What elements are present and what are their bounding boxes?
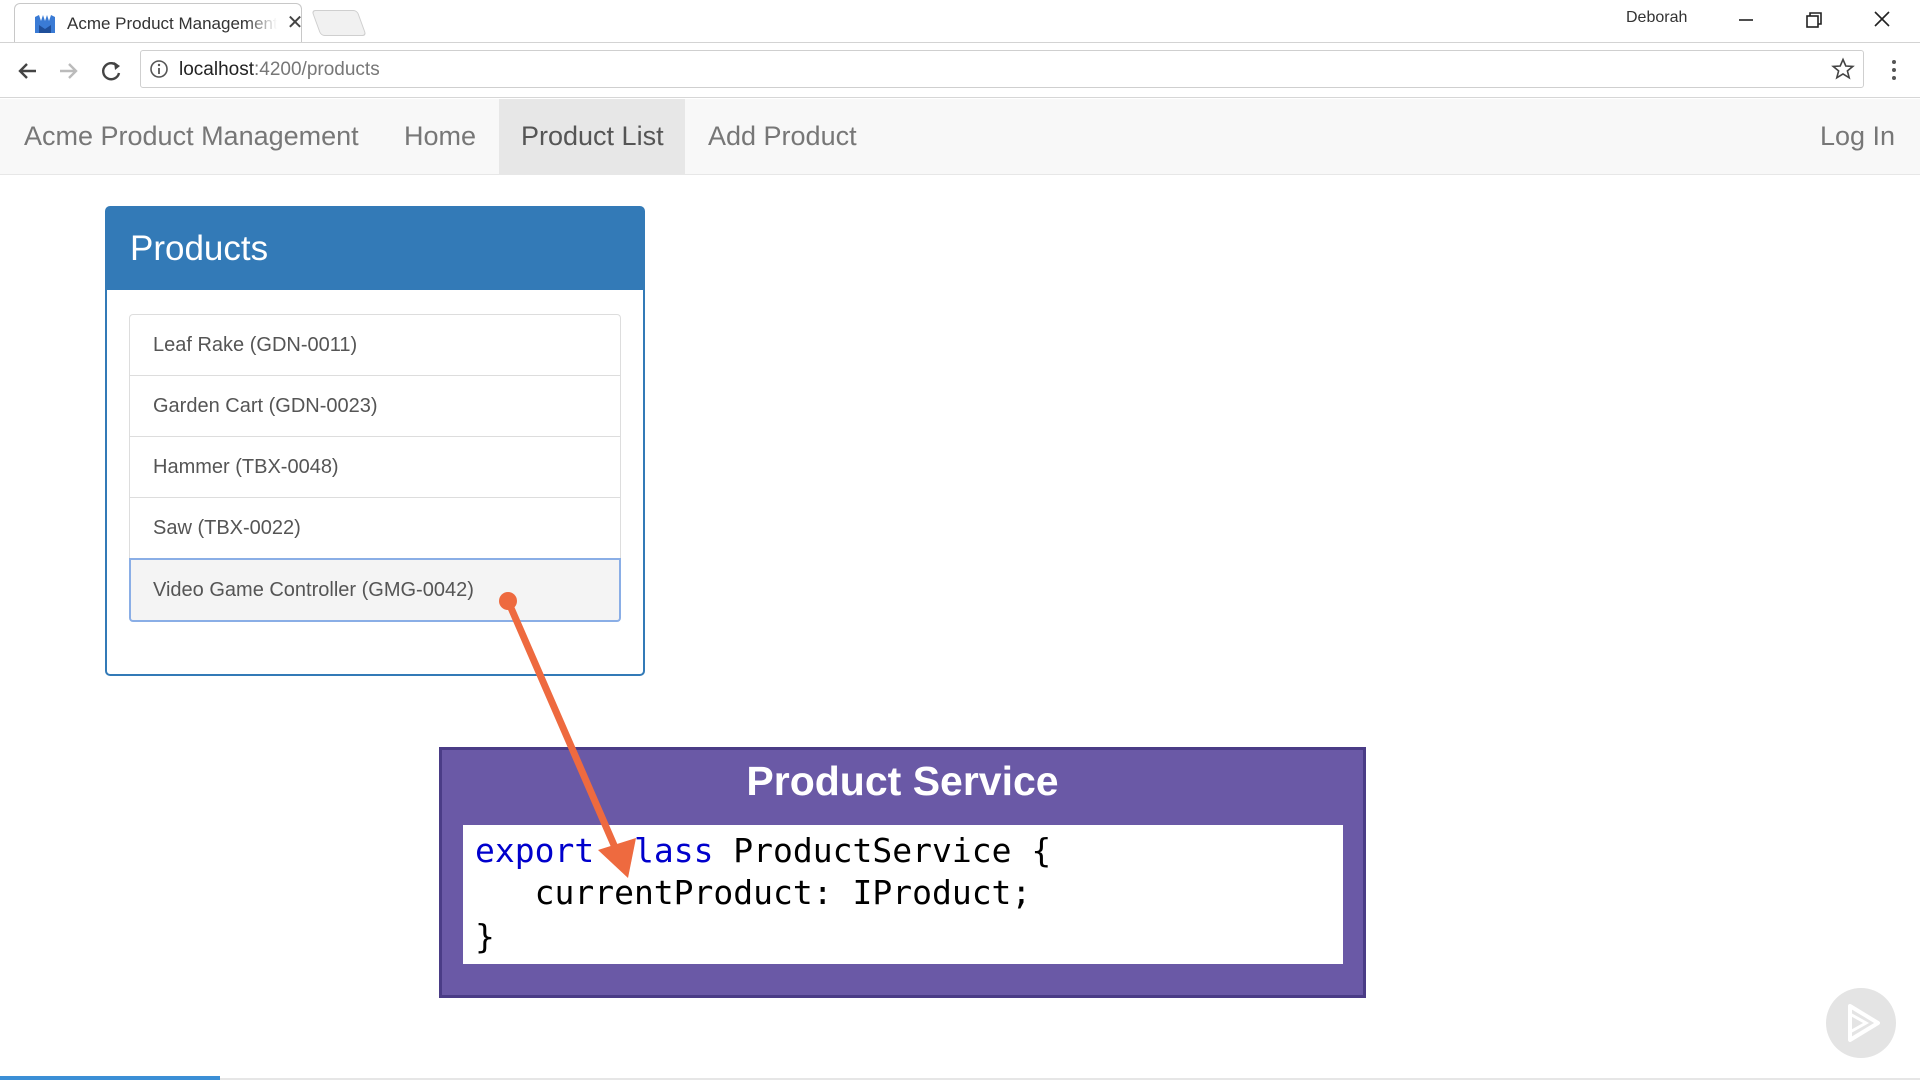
forward-icon[interactable] bbox=[52, 55, 84, 87]
brand-link[interactable]: Acme Product Management bbox=[2, 99, 381, 174]
play-icon bbox=[1848, 1004, 1880, 1042]
code-block: export class ProductService { currentPro… bbox=[463, 825, 1343, 964]
login-link[interactable]: Log In bbox=[1798, 99, 1917, 174]
app-favicon-icon bbox=[33, 13, 57, 35]
url-host: localhost bbox=[179, 59, 254, 80]
code-line-3: } bbox=[475, 917, 495, 956]
close-icon[interactable]: ✕ bbox=[285, 12, 305, 34]
play-button[interactable] bbox=[1826, 988, 1896, 1058]
star-icon[interactable] bbox=[1831, 57, 1855, 81]
nav-add-product[interactable]: Add Product bbox=[686, 99, 879, 174]
url-text: localhost:4200/products bbox=[179, 59, 380, 81]
menu-icon[interactable] bbox=[1882, 56, 1906, 84]
code-keyword-export: export bbox=[475, 831, 595, 870]
product-list: Leaf Rake (GDN-0011) Garden Cart (GDN-00… bbox=[129, 314, 621, 622]
address-bar[interactable]: localhost:4200/products bbox=[140, 50, 1864, 88]
video-progress-bar[interactable] bbox=[0, 1076, 220, 1080]
url-path: :4200/products bbox=[254, 59, 380, 80]
back-icon[interactable] bbox=[12, 55, 44, 87]
browser-toolbar: localhost:4200/products bbox=[0, 43, 1920, 98]
app-navbar: Acme Product Management Home Product Lis… bbox=[0, 99, 1920, 175]
list-item-selected[interactable]: Video Game Controller (GMG-0042) bbox=[129, 558, 621, 622]
product-service-callout: Product Service export class ProductServ… bbox=[439, 747, 1366, 998]
tab-strip: Acme Product Management ✕ Deborah bbox=[0, 0, 1920, 43]
nav-home[interactable]: Home bbox=[382, 99, 498, 174]
window-close-icon[interactable] bbox=[1862, 6, 1902, 34]
info-icon[interactable] bbox=[149, 59, 169, 79]
list-item[interactable]: Hammer (TBX-0048) bbox=[129, 436, 621, 497]
restore-icon[interactable] bbox=[1794, 6, 1834, 34]
browser-chrome: Acme Product Management ✕ Deborah localh… bbox=[0, 0, 1920, 98]
products-panel: Products Leaf Rake (GDN-0011) Garden Car… bbox=[105, 206, 645, 676]
minimize-icon[interactable] bbox=[1726, 6, 1766, 34]
list-item[interactable]: Garden Cart (GDN-0023) bbox=[129, 375, 621, 436]
callout-title: Product Service bbox=[746, 758, 1059, 804]
browser-tab[interactable]: Acme Product Management ✕ bbox=[14, 3, 305, 42]
tab-title: Acme Product Management bbox=[67, 14, 277, 33]
list-item[interactable]: Saw (TBX-0022) bbox=[129, 497, 621, 558]
list-item[interactable]: Leaf Rake (GDN-0011) bbox=[129, 314, 621, 375]
profile-name[interactable]: Deborah bbox=[1626, 9, 1687, 27]
code-line-1: export class ProductService { bbox=[475, 831, 1051, 870]
reload-icon[interactable] bbox=[95, 55, 127, 87]
new-tab-button[interactable] bbox=[311, 10, 367, 36]
code-class-name: ProductService { bbox=[713, 831, 1052, 870]
nav-product-list[interactable]: Product List bbox=[499, 99, 685, 174]
code-keyword-class: class bbox=[614, 831, 714, 870]
panel-title: Products bbox=[107, 208, 643, 290]
code-line-2: currentProduct: IProduct; bbox=[475, 873, 1032, 912]
